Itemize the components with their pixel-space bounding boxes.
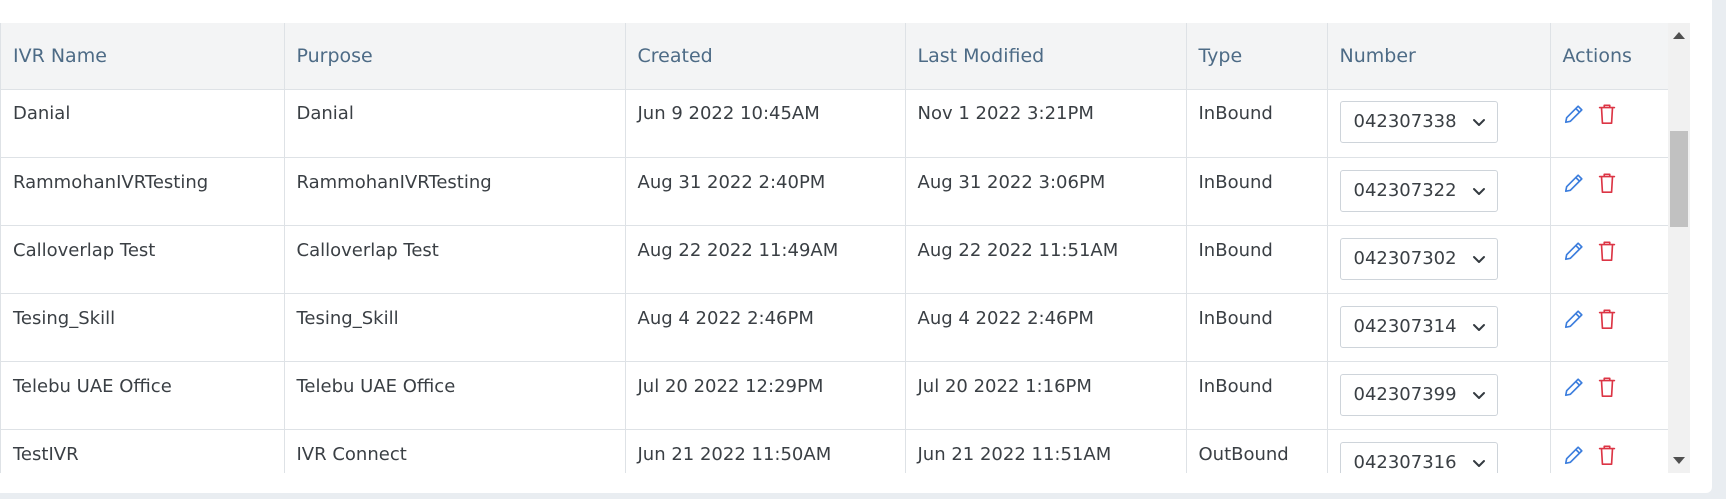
scroll-up-arrow-icon[interactable] — [1673, 32, 1685, 39]
chevron-down-icon — [1472, 459, 1485, 467]
number-select[interactable]: 042307316 — [1339, 441, 1498, 473]
cell-number: 042307338 — [1327, 88, 1551, 157]
table-row: Telebu UAE Office Telebu UAE Office Jul 20… — [1, 360, 1668, 429]
number-select-value: 042307316 — [1353, 452, 1457, 473]
cell-last-modified: Aug 22 2022 11:51AM — [905, 224, 1187, 293]
number-select[interactable]: 042307338 — [1339, 100, 1498, 143]
cell-created: Jun 9 2022 10:45AM — [625, 88, 906, 157]
trash-icon[interactable] — [1597, 172, 1617, 194]
trash-icon[interactable] — [1597, 240, 1617, 262]
trash-icon[interactable] — [1597, 103, 1617, 125]
table-row: Tesing_Skill Tesing_Skill Aug 4 2022 2:46P… — [1, 292, 1668, 361]
cell-number: 042307302 — [1327, 224, 1551, 293]
cell-last-modified: Aug 4 2022 2:46PM — [905, 292, 1187, 361]
cell-actions — [1550, 360, 1668, 429]
number-select-value: 042307399 — [1353, 384, 1457, 405]
ivr-table: IVR Name Purpose Created Last Modified T… — [1, 23, 1668, 473]
table-row: Danial Danial Jun 9 2022 10:45AM Nov 1 2022… — [1, 88, 1668, 157]
number-select[interactable]: 042307322 — [1339, 169, 1498, 212]
cell-ivr-name: RammohanIVRTesting — [1, 156, 285, 225]
table-body: Danial Danial Jun 9 2022 10:45AM Nov 1 2022… — [1, 88, 1668, 473]
cell-type: InBound — [1186, 224, 1328, 293]
trash-icon[interactable] — [1597, 376, 1617, 398]
number-select-value: 042307302 — [1353, 248, 1457, 269]
table-row: RammohanIVRTesting RammohanIVRTesting Aug … — [1, 156, 1668, 225]
pencil-icon[interactable] — [1563, 103, 1585, 125]
cell-actions — [1550, 292, 1668, 361]
cell-created: Aug 22 2022 11:49AM — [625, 224, 906, 293]
table-row: Calloverlap Test Calloverlap Test Aug 22 2… — [1, 224, 1668, 293]
pencil-icon[interactable] — [1563, 444, 1585, 466]
header-last-modified[interactable]: Last Modified — [905, 23, 1187, 90]
chevron-down-icon — [1472, 118, 1485, 126]
cell-last-modified: Nov 1 2022 3:21PM — [905, 88, 1187, 157]
cell-actions — [1550, 156, 1668, 225]
chevron-down-icon — [1472, 323, 1485, 331]
cell-ivr-name: TestIVR — [1, 428, 285, 473]
header-created[interactable]: Created — [625, 23, 906, 90]
cell-number: 042307322 — [1327, 156, 1551, 225]
cell-purpose: IVR Connect — [284, 428, 626, 473]
cell-purpose: RammohanIVRTesting — [284, 156, 626, 225]
trash-icon[interactable] — [1597, 308, 1617, 330]
number-select[interactable]: 042307314 — [1339, 305, 1498, 348]
cell-purpose: Telebu UAE Office — [284, 360, 626, 429]
cell-ivr-name: Tesing_Skill — [1, 292, 285, 361]
cell-type: InBound — [1186, 88, 1328, 157]
scroll-down-arrow-icon[interactable] — [1673, 457, 1685, 464]
trash-icon[interactable] — [1597, 444, 1617, 466]
scroll-thumb[interactable] — [1670, 131, 1688, 227]
cell-ivr-name: Telebu UAE Office — [1, 360, 285, 429]
chevron-down-icon — [1472, 391, 1485, 399]
number-select-value: 042307314 — [1353, 316, 1457, 337]
cell-created: Aug 31 2022 2:40PM — [625, 156, 906, 225]
header-ivr-name[interactable]: IVR Name — [1, 23, 285, 90]
pencil-icon[interactable] — [1563, 308, 1585, 330]
cell-purpose: Tesing_Skill — [284, 292, 626, 361]
cell-number: 042307399 — [1327, 360, 1551, 429]
chevron-down-icon — [1472, 187, 1485, 195]
cell-last-modified: Jul 20 2022 1:16PM — [905, 360, 1187, 429]
chevron-down-icon — [1472, 255, 1485, 263]
pencil-icon[interactable] — [1563, 240, 1585, 262]
cell-created: Jun 21 2022 11:50AM — [625, 428, 906, 473]
pencil-icon[interactable] — [1563, 376, 1585, 398]
cell-number: 042307314 — [1327, 292, 1551, 361]
vertical-scrollbar[interactable] — [1668, 23, 1690, 473]
header-purpose[interactable]: Purpose — [284, 23, 626, 90]
header-actions: Actions — [1550, 23, 1668, 90]
cell-actions — [1550, 428, 1668, 473]
cell-actions — [1550, 88, 1668, 157]
cell-type: InBound — [1186, 156, 1328, 225]
cell-type: InBound — [1186, 292, 1328, 361]
ivr-table-viewport: IVR Name Purpose Created Last Modified T… — [0, 23, 1668, 473]
cell-ivr-name: Calloverlap Test — [1, 224, 285, 293]
cell-actions — [1550, 224, 1668, 293]
number-select[interactable]: 042307399 — [1339, 373, 1498, 416]
header-type[interactable]: Type — [1186, 23, 1328, 90]
cell-created: Jul 20 2022 12:29PM — [625, 360, 906, 429]
number-select-value: 042307322 — [1353, 180, 1457, 201]
cell-number: 042307316 — [1327, 428, 1551, 473]
cell-purpose: Calloverlap Test — [284, 224, 626, 293]
table-row: TestIVR IVR Connect Jun 21 2022 11:50AM Jun… — [1, 428, 1668, 473]
table-header-row: IVR Name Purpose Created Last Modified T… — [1, 23, 1668, 90]
number-select-value: 042307338 — [1353, 111, 1457, 132]
cell-type: OutBound — [1186, 428, 1328, 473]
cell-purpose: Danial — [284, 88, 626, 157]
cell-created: Aug 4 2022 2:46PM — [625, 292, 906, 361]
ivr-list-card: IVR Name Purpose Created Last Modified T… — [0, 0, 1712, 493]
cell-last-modified: Aug 31 2022 3:06PM — [905, 156, 1187, 225]
number-select[interactable]: 042307302 — [1339, 237, 1498, 280]
cell-last-modified: Jun 21 2022 11:51AM — [905, 428, 1187, 473]
pencil-icon[interactable] — [1563, 172, 1585, 194]
cell-ivr-name: Danial — [1, 88, 285, 157]
cell-type: InBound — [1186, 360, 1328, 429]
header-number[interactable]: Number — [1327, 23, 1551, 90]
